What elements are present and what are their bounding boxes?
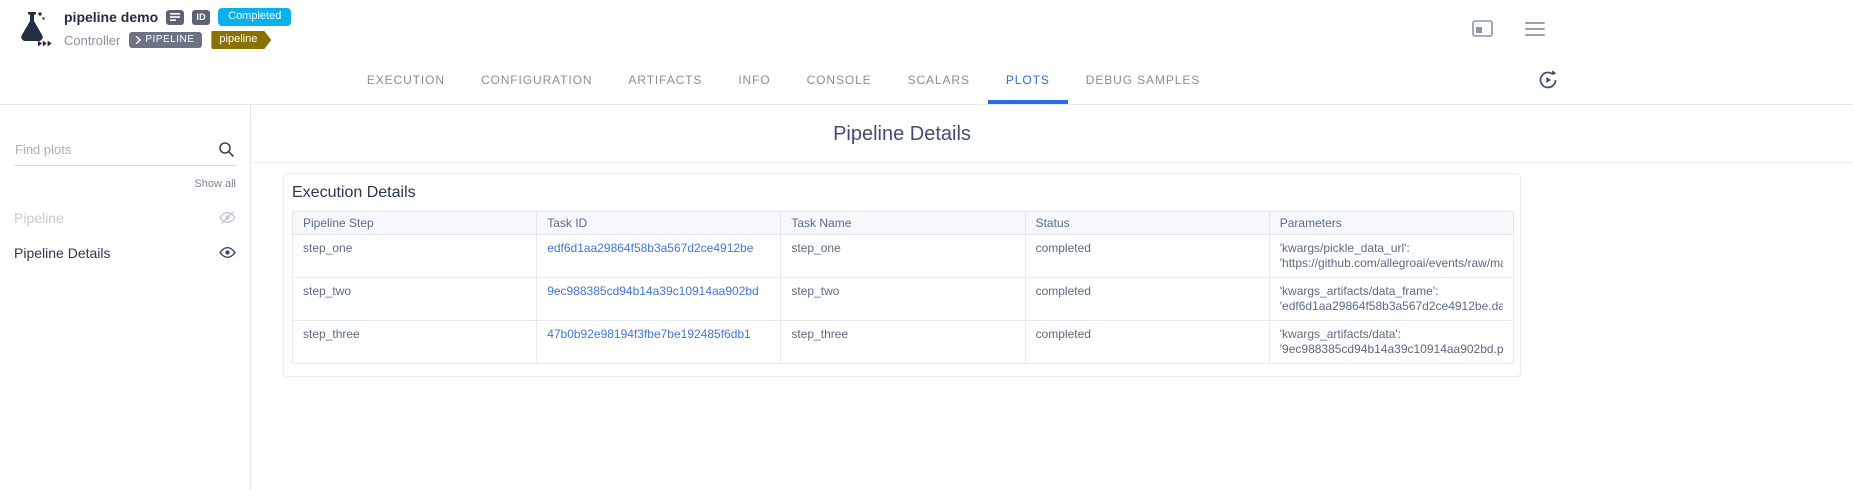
pipeline-name-tag: pipeline — [211, 31, 271, 49]
plot-item-label: Pipeline Details — [14, 245, 111, 261]
lines-glyph — [170, 13, 180, 21]
pipeline-title: pipeline demo — [64, 9, 158, 25]
pipeline-step-cell: step_two — [293, 278, 537, 321]
task-id-cell: edf6d1aa29864f58b3a567d2ce4912be — [537, 235, 781, 278]
tab-configuration[interactable]: CONFIGURATION — [463, 57, 610, 104]
tab-plots[interactable]: PLOTS — [988, 57, 1068, 104]
column-header: Parameters — [1269, 212, 1513, 235]
plot-item-label: Pipeline — [14, 210, 64, 226]
app-root: pipeline demo ID Completed Controller — [0, 0, 1853, 490]
search-icon[interactable] — [218, 141, 235, 163]
hamburger-icon — [1525, 22, 1545, 36]
title-block: pipeline demo ID Completed Controller — [64, 8, 291, 49]
parameter-line: 'kwargs_artifacts/data_frame': — [1280, 284, 1503, 299]
clearml-logo — [12, 8, 54, 50]
eye-icon[interactable] — [219, 244, 236, 261]
task-id-cell: 9ec988385cd94b14a39c10914aa902bd — [537, 278, 781, 321]
details-panel-icon — [1472, 20, 1493, 37]
column-header: Task Name — [781, 212, 1025, 235]
content-area: Show all Pipeline Pipeline Details — [0, 105, 1853, 490]
tab-debug-samples[interactable]: DEBUG SAMPLES — [1068, 57, 1218, 104]
table-row: step_one edf6d1aa29864f58b3a567d2ce4912b… — [293, 235, 1514, 278]
pipeline-type-label: PIPELINE — [145, 34, 194, 45]
header-actions — [1472, 0, 1545, 57]
pipeline-type-tag: PIPELINE — [129, 32, 202, 48]
plots-sidebar: Show all Pipeline Pipeline Details — [0, 105, 251, 490]
controller-label: Controller — [64, 33, 120, 48]
copy-id-button[interactable]: ID — [192, 10, 210, 25]
parameter-line: 'kwargs/pickle_data_url': — [1280, 241, 1503, 256]
details-panel-toggle[interactable] — [1472, 20, 1493, 37]
eye-off-icon[interactable] — [219, 209, 236, 226]
header-left: pipeline demo ID Completed Controller — [12, 8, 291, 50]
task-id-link[interactable]: 47b0b92e98194f3fbe7be192485f6db1 — [547, 327, 751, 341]
tab-scalars[interactable]: SCALARS — [890, 57, 988, 104]
main-panel: Pipeline Details Execution Details Pipel… — [251, 105, 1853, 490]
task-name-cell: step_three — [781, 321, 1025, 364]
table-row: step_two 9ec988385cd94b14a39c10914aa902b… — [293, 278, 1514, 321]
task-name-cell: step_one — [781, 235, 1025, 278]
task-id-link[interactable]: 9ec988385cd94b14a39c10914aa902bd — [547, 284, 759, 298]
tab-artifacts[interactable]: ARTIFACTS — [610, 57, 720, 104]
section-title: Execution Details — [292, 184, 1512, 202]
tab-execution[interactable]: EXECUTION — [349, 57, 463, 104]
tab-group: EXECUTION CONFIGURATION ARTIFACTS INFO C… — [349, 57, 1218, 104]
status-badge: Completed — [218, 8, 291, 26]
parameters-cell: 'kwargs_artifacts/data_frame': 'edf6d1aa… — [1269, 278, 1513, 321]
show-all-link[interactable]: Show all — [14, 178, 236, 190]
status-cell: completed — [1025, 235, 1269, 278]
refresh-icon — [1537, 69, 1559, 91]
column-header: Pipeline Step — [293, 212, 537, 235]
parameter-line: 'edf6d1aa29864f58b3a567d2ce4912be.data_f… — [1280, 299, 1503, 314]
parameters-cell: 'kwargs_artifacts/data': '9ec988385cd94b… — [1269, 321, 1513, 364]
chevron-right-icon — [135, 36, 141, 44]
execution-details-card: Execution Details Pipeline Step Task ID … — [283, 173, 1521, 377]
tab-bar: EXECUTION CONFIGURATION ARTIFACTS INFO C… — [0, 57, 1853, 105]
header: pipeline demo ID Completed Controller — [0, 0, 1853, 57]
description-icon[interactable] — [166, 10, 184, 25]
task-id-cell: 47b0b92e98194f3fbe7be192485f6db1 — [537, 321, 781, 364]
plot-list: Pipeline Pipeline Details — [14, 200, 236, 270]
menu-button[interactable] — [1525, 22, 1545, 36]
flask-logo-icon — [13, 9, 53, 49]
table-row: step_three 47b0b92e98194f3fbe7be192485f6… — [293, 321, 1514, 364]
parameter-line: '9ec988385cd94b14a39c10914aa902bd.proces… — [1280, 342, 1503, 357]
parameter-line: 'kwargs_artifacts/data': — [1280, 327, 1503, 342]
execution-table: Pipeline Step Task ID Task Name Status P… — [292, 211, 1514, 364]
task-name-cell: step_two — [781, 278, 1025, 321]
tab-info[interactable]: INFO — [720, 57, 788, 104]
page-title: Pipeline Details — [283, 123, 1521, 146]
pipeline-step-cell: step_three — [293, 321, 537, 364]
table-header-row: Pipeline Step Task ID Task Name Status P… — [293, 212, 1514, 235]
status-cell: completed — [1025, 321, 1269, 364]
task-id-link[interactable]: edf6d1aa29864f58b3a567d2ce4912be — [547, 241, 753, 255]
plot-search-box — [14, 139, 236, 166]
tab-console[interactable]: CONSOLE — [789, 57, 890, 104]
parameter-line: 'https://github.com/allegroai/events/raw… — [1280, 256, 1503, 271]
status-cell: completed — [1025, 278, 1269, 321]
auto-refresh-button[interactable] — [1536, 69, 1560, 93]
find-plots-input[interactable] — [14, 139, 236, 160]
plot-item-pipeline-details[interactable]: Pipeline Details — [14, 235, 236, 270]
column-header: Task ID — [537, 212, 781, 235]
parameters-cell: 'kwargs/pickle_data_url': 'https://githu… — [1269, 235, 1513, 278]
title-divider — [251, 162, 1853, 163]
plot-item-pipeline[interactable]: Pipeline — [14, 200, 236, 235]
pipeline-step-cell: step_one — [293, 235, 537, 278]
column-header: Status — [1025, 212, 1269, 235]
